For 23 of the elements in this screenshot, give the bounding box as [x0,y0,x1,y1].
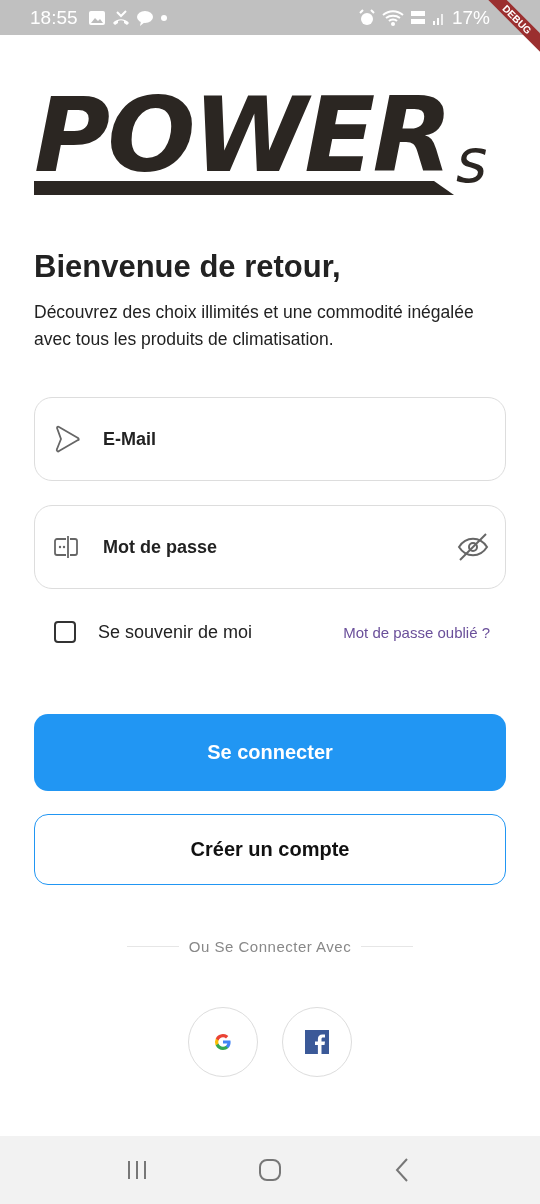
welcome-heading: Bienvenue de retour, [34,249,342,285]
logo-text: POWER [34,89,451,181]
remember-label: Se souvenir de moi [98,621,253,643]
missed-call-icon [111,9,130,26]
eye-slash-icon[interactable] [456,532,490,562]
facebook-icon [305,1030,329,1054]
google-icon [213,1032,233,1052]
intro-text: Découvrez des choix illimités et une commodité inégalée avec tous les produits de climatisation. [34,301,475,351]
home-icon[interactable] [257,1157,283,1183]
create-account-button[interactable]: Créer un compte [34,814,506,885]
password-field[interactable]: Mot de passe [34,505,506,589]
image-icon [87,9,106,26]
dot-icon [159,13,168,22]
alarm-icon [357,8,376,27]
logo-suffix: s [456,131,488,191]
chat-icon [135,9,154,26]
remember-checkbox[interactable] [54,621,76,643]
forgot-password-link[interactable]: Mot de passe oublié ? [343,623,490,641]
email-field[interactable]: E-Mail [34,397,506,481]
battery-percent: 17% [451,6,490,29]
wifi-icon [381,8,404,27]
status-time: 18:55 [30,6,78,29]
divider-text: Ou Se Connecter Avec [188,938,352,955]
